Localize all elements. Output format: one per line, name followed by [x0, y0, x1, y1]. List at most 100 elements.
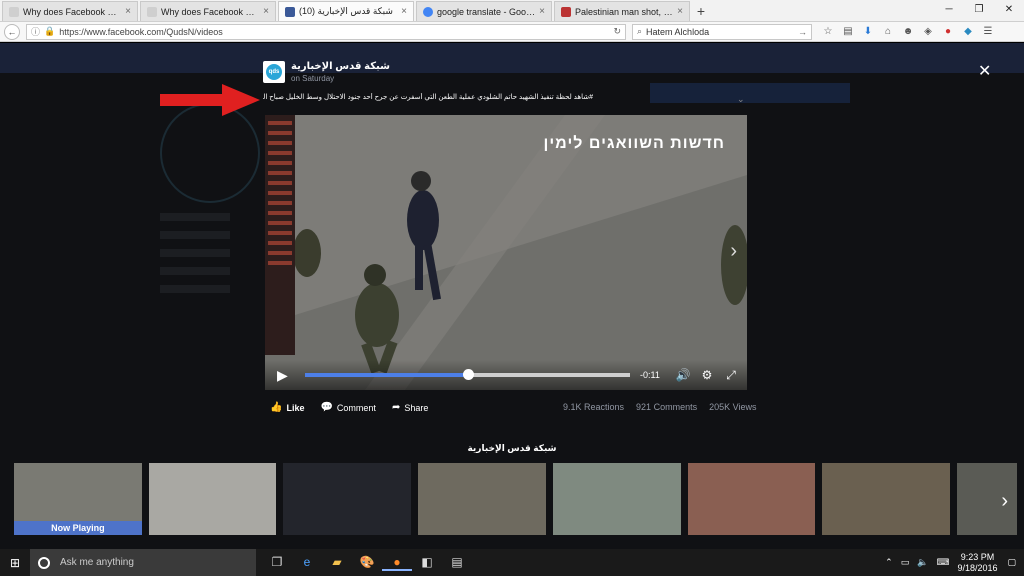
carousel-thumbnail[interactable] [418, 463, 546, 535]
network-icon[interactable]: ▭ [901, 557, 910, 568]
browser-tab-1[interactable]: Why does Facebook enable Pa... × [2, 1, 138, 21]
close-tab-icon[interactable]: × [401, 6, 407, 17]
video-player[interactable]: חדשות השוואגים לימין › ▶ -0:11 🔊 ⚙ ⤢ [265, 115, 747, 390]
carousel-thumbnail[interactable] [283, 463, 412, 535]
back-button[interactable]: ← [4, 23, 20, 40]
volume-tray-icon[interactable]: 🔈 [917, 557, 928, 568]
fullscreen-icon[interactable]: ⤢ [722, 368, 740, 383]
tray-chevron-icon[interactable]: ⌃ [885, 557, 893, 568]
browser-tab-3[interactable]: (10) شبكة قدس الإخبارية × [278, 1, 414, 21]
close-window-icon[interactable]: ✕ [994, 0, 1024, 22]
address-bar[interactable]: ⓘ 🔒 https://www.facebook.com/QudsN/video… [26, 23, 626, 40]
like-label: Like [286, 402, 305, 413]
tab-title: Why does Facebook enable Pa... [161, 6, 260, 17]
like-button[interactable]: 👍 Like [270, 402, 304, 413]
page-avatar[interactable]: qds [263, 61, 285, 83]
settings-gear-icon[interactable]: ⚙ [698, 368, 716, 382]
notifications-icon[interactable]: ▢ [1007, 557, 1016, 568]
reload-icon[interactable]: ↻ [613, 26, 621, 37]
carousel-thumbnail[interactable]: Now Playing [14, 463, 142, 535]
video-progress-bar[interactable] [305, 369, 630, 380]
tab-favicon-icon [561, 6, 571, 17]
carousel-thumbnail[interactable] [822, 463, 951, 535]
progress-handle[interactable] [462, 369, 474, 380]
window-controls: ─ ❐ ✕ [934, 0, 1024, 22]
comment-bubble-icon: 💬 [320, 402, 333, 413]
clipboard-icon[interactable]: ▤ [838, 26, 858, 37]
video-carousel: Now Playing [14, 463, 1024, 535]
cortana-search[interactable]: Ask me anything [30, 549, 256, 576]
restore-icon[interactable]: ❐ [964, 0, 994, 22]
firefox-icon[interactable]: ● [382, 555, 412, 571]
google-favicon-icon [423, 6, 433, 17]
browser-tab-4[interactable]: google translate - Google ... × [416, 1, 552, 21]
app-icon[interactable]: ◧ [412, 555, 442, 571]
new-tab-button[interactable]: + [690, 1, 712, 21]
close-tab-icon[interactable]: × [263, 6, 269, 17]
windows-start-icon[interactable]: ⊞ [0, 556, 30, 570]
home-icon[interactable]: ⌂ [878, 26, 898, 37]
minimize-icon[interactable]: ─ [934, 0, 964, 22]
cortana-placeholder: Ask me anything [60, 557, 134, 568]
time-remaining: -0:11 [640, 370, 660, 380]
file-explorer-icon[interactable]: ▰ [322, 555, 352, 571]
page-sidebar-dimmed [150, 83, 260, 443]
search-box[interactable]: ⌕ Hatem Alchloda → [632, 23, 812, 40]
downloads-icon[interactable]: ⬇ [858, 26, 878, 37]
info-icon[interactable]: ⓘ [31, 25, 40, 38]
pocket-icon[interactable]: ◈ [918, 26, 938, 37]
share-button[interactable]: ➦ Share [392, 402, 428, 413]
video-side-strip [265, 115, 295, 355]
notepad-icon[interactable]: ▤ [442, 555, 472, 571]
post-timestamp[interactable]: on Saturday [291, 74, 390, 83]
carousel-thumbnail[interactable] [957, 463, 1018, 535]
next-video-icon[interactable]: › [730, 240, 737, 263]
comment-button[interactable]: 💬 Comment [320, 402, 375, 413]
language-icon[interactable]: ⌨ [936, 557, 949, 568]
system-tray: ⌃ ▭ 🔈 ⌨ 9:23 PM 9/18/2016 ▢ [885, 552, 1024, 574]
carousel-thumbnail[interactable] [148, 463, 277, 535]
play-icon[interactable]: ▶ [277, 367, 297, 384]
close-lightbox-icon[interactable]: ✕ [978, 61, 991, 81]
quds-logo-icon: qds [266, 64, 282, 80]
browser-tab-2[interactable]: Why does Facebook enable Pa... × [140, 1, 276, 21]
adblock-icon[interactable]: ● [938, 26, 958, 37]
close-tab-icon[interactable]: × [677, 6, 683, 17]
cortana-ring-icon [38, 556, 50, 569]
now-playing-label: Now Playing [14, 521, 142, 535]
reactions-count[interactable]: 9.1K Reactions [563, 402, 624, 412]
volume-icon[interactable]: 🔊 [674, 368, 692, 382]
search-icon: ⌕ [637, 26, 643, 36]
search-go-icon[interactable]: → [798, 27, 807, 37]
tab-favicon-icon [9, 6, 19, 17]
browser-tab-5[interactable]: Palestinian man shot, kille... × [554, 1, 690, 21]
close-tab-icon[interactable]: × [125, 6, 131, 17]
paint-icon[interactable]: 🎨 [352, 555, 382, 571]
navigation-bar: ← ⓘ 🔒 https://www.facebook.com/QudsN/vid… [0, 22, 1024, 42]
post-header: qds شبكة قدس الإخبارية on Saturday [263, 61, 390, 83]
emoji-icon[interactable]: ☻ [898, 26, 918, 37]
page-name-link[interactable]: شبكة قدس الإخبارية [291, 61, 390, 72]
video-frame [265, 115, 747, 390]
share-arrow-icon: ➦ [391, 402, 401, 413]
post-caption: #شاهد لحظة تنفيذ الشهيد حاتم الشلودي عمل… [263, 94, 593, 101]
edge-icon[interactable]: e [292, 555, 322, 571]
facebook-favicon-icon [285, 6, 295, 17]
shield-icon[interactable]: ◆ [958, 26, 978, 37]
close-tab-icon[interactable]: × [539, 6, 545, 17]
windows-taskbar: ⊞ Ask me anything ❐ e ▰ 🎨 ● ◧ ▤ ⌃ ▭ 🔈 ⌨ … [0, 549, 1024, 576]
carousel-title: شبكة قدس الإخبارية [467, 443, 557, 453]
carousel-thumbnail[interactable] [687, 463, 816, 535]
clock[interactable]: 9:23 PM 9/18/2016 [957, 552, 997, 574]
video-controls: ▶ -0:11 🔊 ⚙ ⤢ [265, 360, 747, 390]
carousel-next-icon[interactable]: › [1001, 490, 1008, 513]
views-count: 205K Views [709, 402, 757, 412]
bookmark-star-icon[interactable]: ☆ [818, 26, 838, 37]
comments-count[interactable]: 921 Comments [636, 402, 697, 412]
facebook-header-dimmed [0, 43, 1024, 73]
task-view-icon[interactable]: ❐ [262, 555, 292, 571]
carousel-thumbnail[interactable] [552, 463, 681, 535]
menu-icon[interactable]: ☰ [978, 26, 998, 37]
chevron-down-icon[interactable]: ⌄ [737, 94, 745, 105]
red-arrow-annotation [160, 84, 260, 116]
